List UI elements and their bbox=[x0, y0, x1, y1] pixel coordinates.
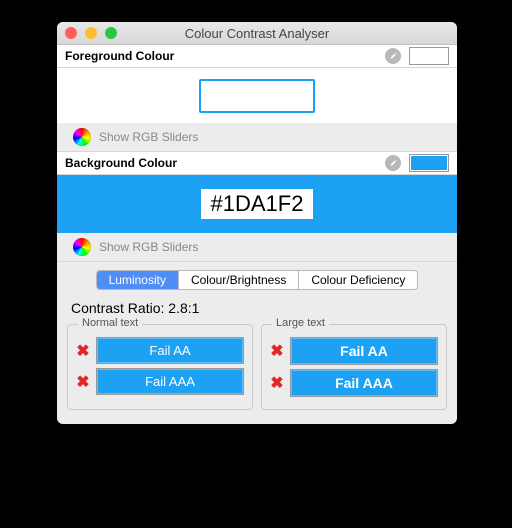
background-preview: #1DA1F2 bbox=[57, 175, 457, 233]
tabs-group: Luminosity Colour/Brightness Colour Defi… bbox=[96, 270, 419, 290]
titlebar: Colour Contrast Analyser bbox=[57, 22, 457, 45]
normal-aaa-row: ✖ Fail AAA bbox=[76, 368, 244, 395]
color-wheel-icon bbox=[73, 128, 91, 146]
foreground-value[interactable]: #FFFFFF bbox=[199, 79, 316, 113]
results: Normal text ✖ Fail AA ✖ Fail AAA Large t… bbox=[57, 324, 457, 424]
fail-icon: ✖ bbox=[76, 341, 90, 361]
tab-colour-deficiency[interactable]: Colour Deficiency bbox=[299, 271, 417, 289]
fail-icon: ✖ bbox=[270, 373, 284, 393]
tabs: Luminosity Colour/Brightness Colour Defi… bbox=[57, 262, 457, 296]
normal-text-group: Normal text ✖ Fail AA ✖ Fail AAA bbox=[67, 324, 253, 410]
large-text-group: Large text ✖ Fail AA ✖ Fail AAA bbox=[261, 324, 447, 410]
background-label: Background Colour bbox=[65, 156, 177, 170]
normal-aa-row: ✖ Fail AA bbox=[76, 337, 244, 364]
tab-luminosity[interactable]: Luminosity bbox=[97, 271, 179, 289]
window-title: Colour Contrast Analyser bbox=[57, 26, 457, 41]
foreground-label: Foreground Colour bbox=[65, 49, 174, 63]
normal-aaa-badge: Fail AAA bbox=[96, 368, 244, 395]
eyedropper-icon[interactable] bbox=[385, 48, 401, 64]
normal-text-label: Normal text bbox=[78, 317, 142, 329]
background-rgb-toggle[interactable]: Show RGB Sliders bbox=[57, 233, 457, 262]
foreground-rgb-toggle[interactable]: Show RGB Sliders bbox=[57, 123, 457, 152]
foreground-header: Foreground Colour bbox=[57, 45, 457, 68]
background-rgb-label: Show RGB Sliders bbox=[99, 240, 198, 254]
large-aa-row: ✖ Fail AA bbox=[270, 337, 438, 365]
eyedropper-icon[interactable] bbox=[385, 155, 401, 171]
tab-colour-brightness[interactable]: Colour/Brightness bbox=[179, 271, 299, 289]
normal-aa-badge: Fail AA bbox=[96, 337, 244, 364]
background-header: Background Colour bbox=[57, 152, 457, 175]
fail-icon: ✖ bbox=[76, 372, 90, 392]
fail-icon: ✖ bbox=[270, 341, 284, 361]
color-wheel-icon bbox=[73, 238, 91, 256]
background-value[interactable]: #1DA1F2 bbox=[201, 189, 314, 219]
large-aa-badge: Fail AA bbox=[290, 337, 438, 365]
foreground-swatch[interactable] bbox=[409, 47, 449, 65]
foreground-rgb-label: Show RGB Sliders bbox=[99, 130, 198, 144]
background-swatch[interactable] bbox=[409, 154, 449, 172]
foreground-preview: #FFFFFF bbox=[57, 68, 457, 123]
large-aaa-row: ✖ Fail AAA bbox=[270, 369, 438, 397]
app-window: Colour Contrast Analyser Foreground Colo… bbox=[57, 22, 457, 424]
large-aaa-badge: Fail AAA bbox=[290, 369, 438, 397]
large-text-label: Large text bbox=[272, 317, 329, 329]
